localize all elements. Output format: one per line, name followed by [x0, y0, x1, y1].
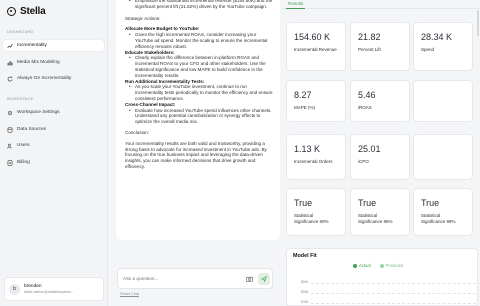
sidebar-item-data-sources[interactable]: Data Sources — [3, 124, 104, 135]
chat-panel: Emphasize the substantial incremental re… — [108, 0, 282, 306]
sidebar-item-workspace-settings[interactable]: Workspace Settings — [3, 107, 104, 118]
y-tick-label: $50k — [301, 290, 309, 294]
metric-card-empty — [413, 80, 473, 122]
model-fit-chart: Model Fit Actual Predicted $60k $50k $40… — [286, 248, 478, 306]
gridline — [311, 283, 476, 284]
scrollbar[interactable] — [477, 10, 479, 36]
sidebar-item-always-on-incrementality[interactable]: Always-On Incrementality — [3, 73, 104, 84]
billing-icon — [7, 159, 13, 166]
section-label-dashboard: DASHBOARD — [7, 30, 34, 34]
metric-card-empty — [413, 134, 473, 180]
metric-value: True — [358, 198, 377, 208]
metric-value: True — [294, 198, 313, 208]
legend-item-actual[interactable]: Actual — [353, 263, 371, 268]
legend-item-predicted[interactable]: Predicted — [379, 263, 403, 268]
send-icon — [261, 276, 267, 282]
chat-input[interactable] — [123, 277, 233, 282]
y-tick-label: $60k — [301, 280, 309, 284]
logo-icon — [7, 7, 16, 16]
metric-label: MAPE (%) — [294, 105, 316, 110]
metric-card-incremental-orders: 1.13 K Incremental Orders — [286, 134, 346, 180]
metric-card-mape: 8.27 MAPE (%) — [286, 80, 346, 122]
trend-icon — [7, 43, 13, 48]
tab-results[interactable]: Results — [286, 0, 306, 9]
message-paragraph: Conclusion: — [125, 129, 150, 135]
user-profile[interactable]: b brenden blake.ashton@stellaheystella..… — [4, 277, 104, 301]
app-name: Stella — [20, 6, 46, 17]
results-panel: Results 154.60 K Incremental Revenue 21.… — [282, 0, 480, 306]
sidebar-item-label: Incrementality — [17, 43, 47, 48]
metric-label: Statistical Significance 99% — [421, 213, 456, 224]
metric-card-percent-lift: 21.82 Percent Lift — [350, 22, 410, 71]
assistant-message: Emphasize the substantial incremental re… — [116, 0, 280, 240]
avatar: b — [9, 283, 20, 295]
database-icon — [7, 126, 13, 133]
sidebar-item-label: Workspace Settings — [17, 110, 60, 115]
metric-value: 154.60 K — [294, 32, 331, 42]
metric-label: Incremental Revenue — [294, 47, 337, 52]
metric-value: 21.82 — [358, 32, 381, 42]
metric-card-incremental-revenue: 154.60 K Incremental Revenue — [286, 22, 346, 71]
chat-composer — [117, 268, 273, 289]
sidebar-item-media-mix-modeling[interactable]: Media Mix Modeling — [3, 57, 104, 68]
metric-card-significance-99: True Statistical Significance 99% — [413, 188, 473, 236]
send-button[interactable] — [258, 273, 270, 285]
metric-value: 8.27 — [294, 90, 312, 100]
metric-label: Percent Lift — [358, 47, 381, 52]
metric-label: Statistical Significance 95% — [358, 213, 393, 224]
metric-label: iCPO — [358, 159, 369, 164]
message-list: Emphasize the substantial incremental re… — [125, 0, 274, 10]
metric-value: 5.46 — [358, 90, 376, 100]
chart-icon — [7, 60, 13, 65]
gridline — [311, 293, 476, 294]
metric-card-spend: 28.34 K Spend — [413, 22, 473, 71]
message-bullet: Evaluate how increased YouTube spend inf… — [125, 108, 274, 125]
message-paragraph: Your incrementality results are both val… — [125, 140, 267, 169]
message-paragraph: Strategic Actions: — [125, 15, 161, 21]
metric-card-icpo: 25.01 iCPO — [350, 134, 410, 180]
sidebar-item-label: Always-On Incrementality — [17, 76, 72, 81]
gear-icon — [7, 110, 13, 115]
section-label-workspace: WORKSPACE — [7, 97, 34, 101]
app-logo[interactable]: Stella — [7, 6, 46, 17]
metric-card-significance-95: True Statistical Significance 95% — [350, 188, 410, 236]
sidebar: Stella DASHBOARD Incrementality Media Mi… — [0, 0, 108, 306]
chart-legend: Actual Predicted — [353, 263, 403, 268]
chart-title: Model Fit — [293, 253, 317, 259]
sidebar-item-incrementality[interactable]: Incrementality — [3, 40, 104, 51]
sidebar-item-label: Billing — [17, 160, 30, 165]
users-icon — [7, 143, 12, 148]
metric-label: iROAS — [358, 105, 372, 110]
metric-value: True — [421, 198, 440, 208]
metric-value: 1.13 K — [294, 144, 321, 154]
metric-label: Incremental Orders — [294, 159, 333, 164]
refresh-icon — [7, 76, 13, 81]
message-bullet: As you scale your YouTube investment, co… — [125, 84, 274, 101]
metric-value: 25.01 — [358, 144, 381, 154]
sidebar-item-users[interactable]: Users — [3, 140, 104, 151]
message-bullet: Emphasize the substantial incremental re… — [125, 0, 274, 10]
user-name: brenden — [24, 284, 42, 289]
gridline — [311, 303, 476, 304]
camera-button[interactable] — [244, 274, 254, 284]
camera-icon — [245, 276, 253, 282]
message-bullet: Clearly explain the difference between i… — [125, 55, 274, 78]
results-tabbar: Results — [282, 0, 480, 9]
metric-label: Statistical Significance 90% — [294, 213, 329, 224]
metric-value: 28.34 K — [421, 32, 453, 42]
message-bullet: Given the high incremental ROAS, conside… — [125, 32, 274, 49]
metric-card-significance-90: True Statistical Significance 90% — [286, 188, 346, 236]
sidebar-item-label: Data Sources — [17, 127, 47, 132]
user-email: blake.ashton@stellaheystella... — [24, 290, 74, 294]
metric-card-iroas: 5.46 iROAS — [350, 80, 410, 122]
sidebar-item-billing[interactable]: Billing — [3, 157, 104, 168]
metric-label: Spend — [421, 47, 435, 52]
reset-chat-link[interactable]: Reset Chat — [120, 292, 139, 296]
sidebar-item-label: Users — [17, 143, 30, 148]
sidebar-item-label: Media Mix Modeling — [17, 60, 60, 65]
y-tick-label: $40k — [301, 300, 309, 304]
